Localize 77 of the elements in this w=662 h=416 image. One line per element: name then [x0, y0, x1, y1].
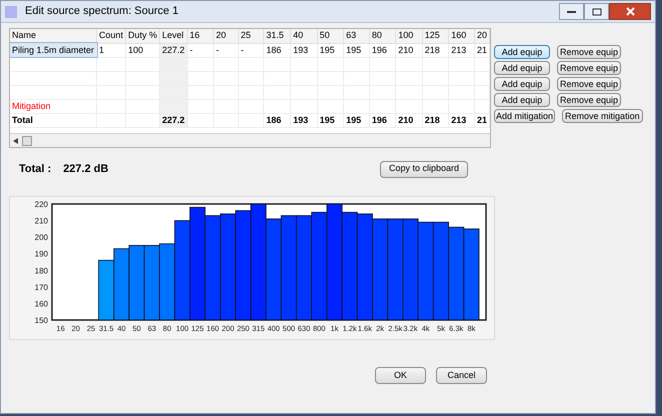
- cancel-button[interactable]: Cancel: [436, 367, 487, 384]
- close-icon: [626, 7, 634, 16]
- maximize-button[interactable]: [584, 3, 609, 20]
- table-cell: Total: [12, 115, 33, 125]
- table-cell: 218: [424, 45, 440, 55]
- column-header[interactable]: 125: [422, 29, 449, 43]
- table-cell: 196: [372, 115, 387, 125]
- column-header[interactable]: 63: [344, 29, 370, 43]
- table-cell: -: [240, 45, 244, 55]
- add-button[interactable]: Add mitigation: [494, 109, 556, 123]
- remove-button[interactable]: Remove equip: [557, 61, 622, 75]
- table-cell: 227.2: [162, 115, 185, 125]
- ok-button[interactable]: OK: [375, 367, 426, 384]
- close-button[interactable]: [609, 3, 651, 20]
- table-cell: 21: [476, 45, 487, 55]
- column-header[interactable]: 80: [369, 29, 396, 43]
- table-cell: Piling 1.5m diameter: [12, 45, 94, 55]
- table-cell: 195: [320, 45, 335, 55]
- window-icon: [5, 6, 17, 18]
- add-button[interactable]: Add equip: [494, 61, 550, 75]
- add-button[interactable]: Add equip: [494, 93, 550, 107]
- column-header[interactable]: Duty %: [126, 29, 160, 43]
- bar: [98, 260, 114, 320]
- minimize-icon: [567, 10, 576, 13]
- mitigation-label: Mitigation: [12, 101, 51, 111]
- add-button[interactable]: Add equip: [494, 45, 550, 59]
- column-header[interactable]: 20: [474, 29, 490, 43]
- column-header[interactable]: 20: [213, 29, 238, 43]
- table-cell: 213: [451, 45, 466, 55]
- table-cell: 186: [266, 115, 282, 125]
- scroll-left-icon[interactable]: [13, 138, 18, 144]
- y-tick-label: 220: [34, 200, 48, 209]
- table-cell: 196: [372, 45, 387, 55]
- column-header[interactable]: 100: [396, 29, 422, 43]
- y-tick-label: 210: [34, 216, 48, 226]
- table-cell: 195: [320, 115, 335, 125]
- total-value: 227.2 dB: [63, 162, 108, 177]
- table-cell: 186: [266, 45, 282, 55]
- table-cell: 193: [293, 45, 308, 55]
- y-tick-label: 180: [34, 266, 48, 276]
- maximize-icon: [592, 8, 602, 16]
- remove-button[interactable]: Remove equip: [557, 77, 622, 91]
- table-cell: 213: [451, 115, 466, 125]
- column-header[interactable]: 16: [187, 29, 214, 43]
- table-cell: 193: [293, 115, 308, 125]
- y-tick-label: 170: [34, 282, 48, 292]
- scroll-thumb[interactable]: [22, 136, 32, 146]
- remove-button[interactable]: Remove equip: [557, 93, 622, 107]
- table-cell: 21: [476, 115, 487, 125]
- table-cell: 195: [346, 45, 362, 55]
- column-header[interactable]: 40: [290, 29, 318, 43]
- y-tick-label: 200: [34, 233, 48, 242]
- copy-button[interactable]: Copy to clipboard: [380, 160, 468, 178]
- table-cell: 227.2: [162, 45, 185, 55]
- table-cell: 195: [346, 115, 362, 125]
- table-cell: 100: [128, 45, 144, 55]
- table-cell: -: [190, 45, 193, 55]
- add-button[interactable]: Add equip: [494, 77, 550, 91]
- remove-button[interactable]: Remove equip: [557, 45, 622, 59]
- column-header[interactable]: Level: [160, 29, 188, 43]
- window-title: Edit source spectrum: Source 1: [25, 4, 178, 20]
- table-cell: 210: [398, 115, 414, 125]
- table-cell: -: [216, 45, 219, 55]
- column-header[interactable]: 160: [448, 29, 474, 43]
- y-tick-label: 150: [34, 316, 48, 325]
- minimize-button[interactable]: [559, 3, 584, 20]
- y-tick-label: 190: [34, 250, 48, 259]
- remove-button[interactable]: Remove mitigation: [562, 109, 643, 123]
- column-header[interactable]: 50: [317, 29, 344, 43]
- total-label: Total :: [19, 162, 52, 177]
- table-cell: 1: [99, 45, 104, 55]
- column-header[interactable]: 31.5: [264, 29, 291, 43]
- column-header[interactable]: 25: [238, 29, 264, 43]
- column-header[interactable]: Count: [96, 29, 126, 43]
- table-cell: 218: [424, 115, 440, 125]
- y-tick-label: 160: [34, 299, 48, 308]
- table-cell: 210: [398, 45, 414, 55]
